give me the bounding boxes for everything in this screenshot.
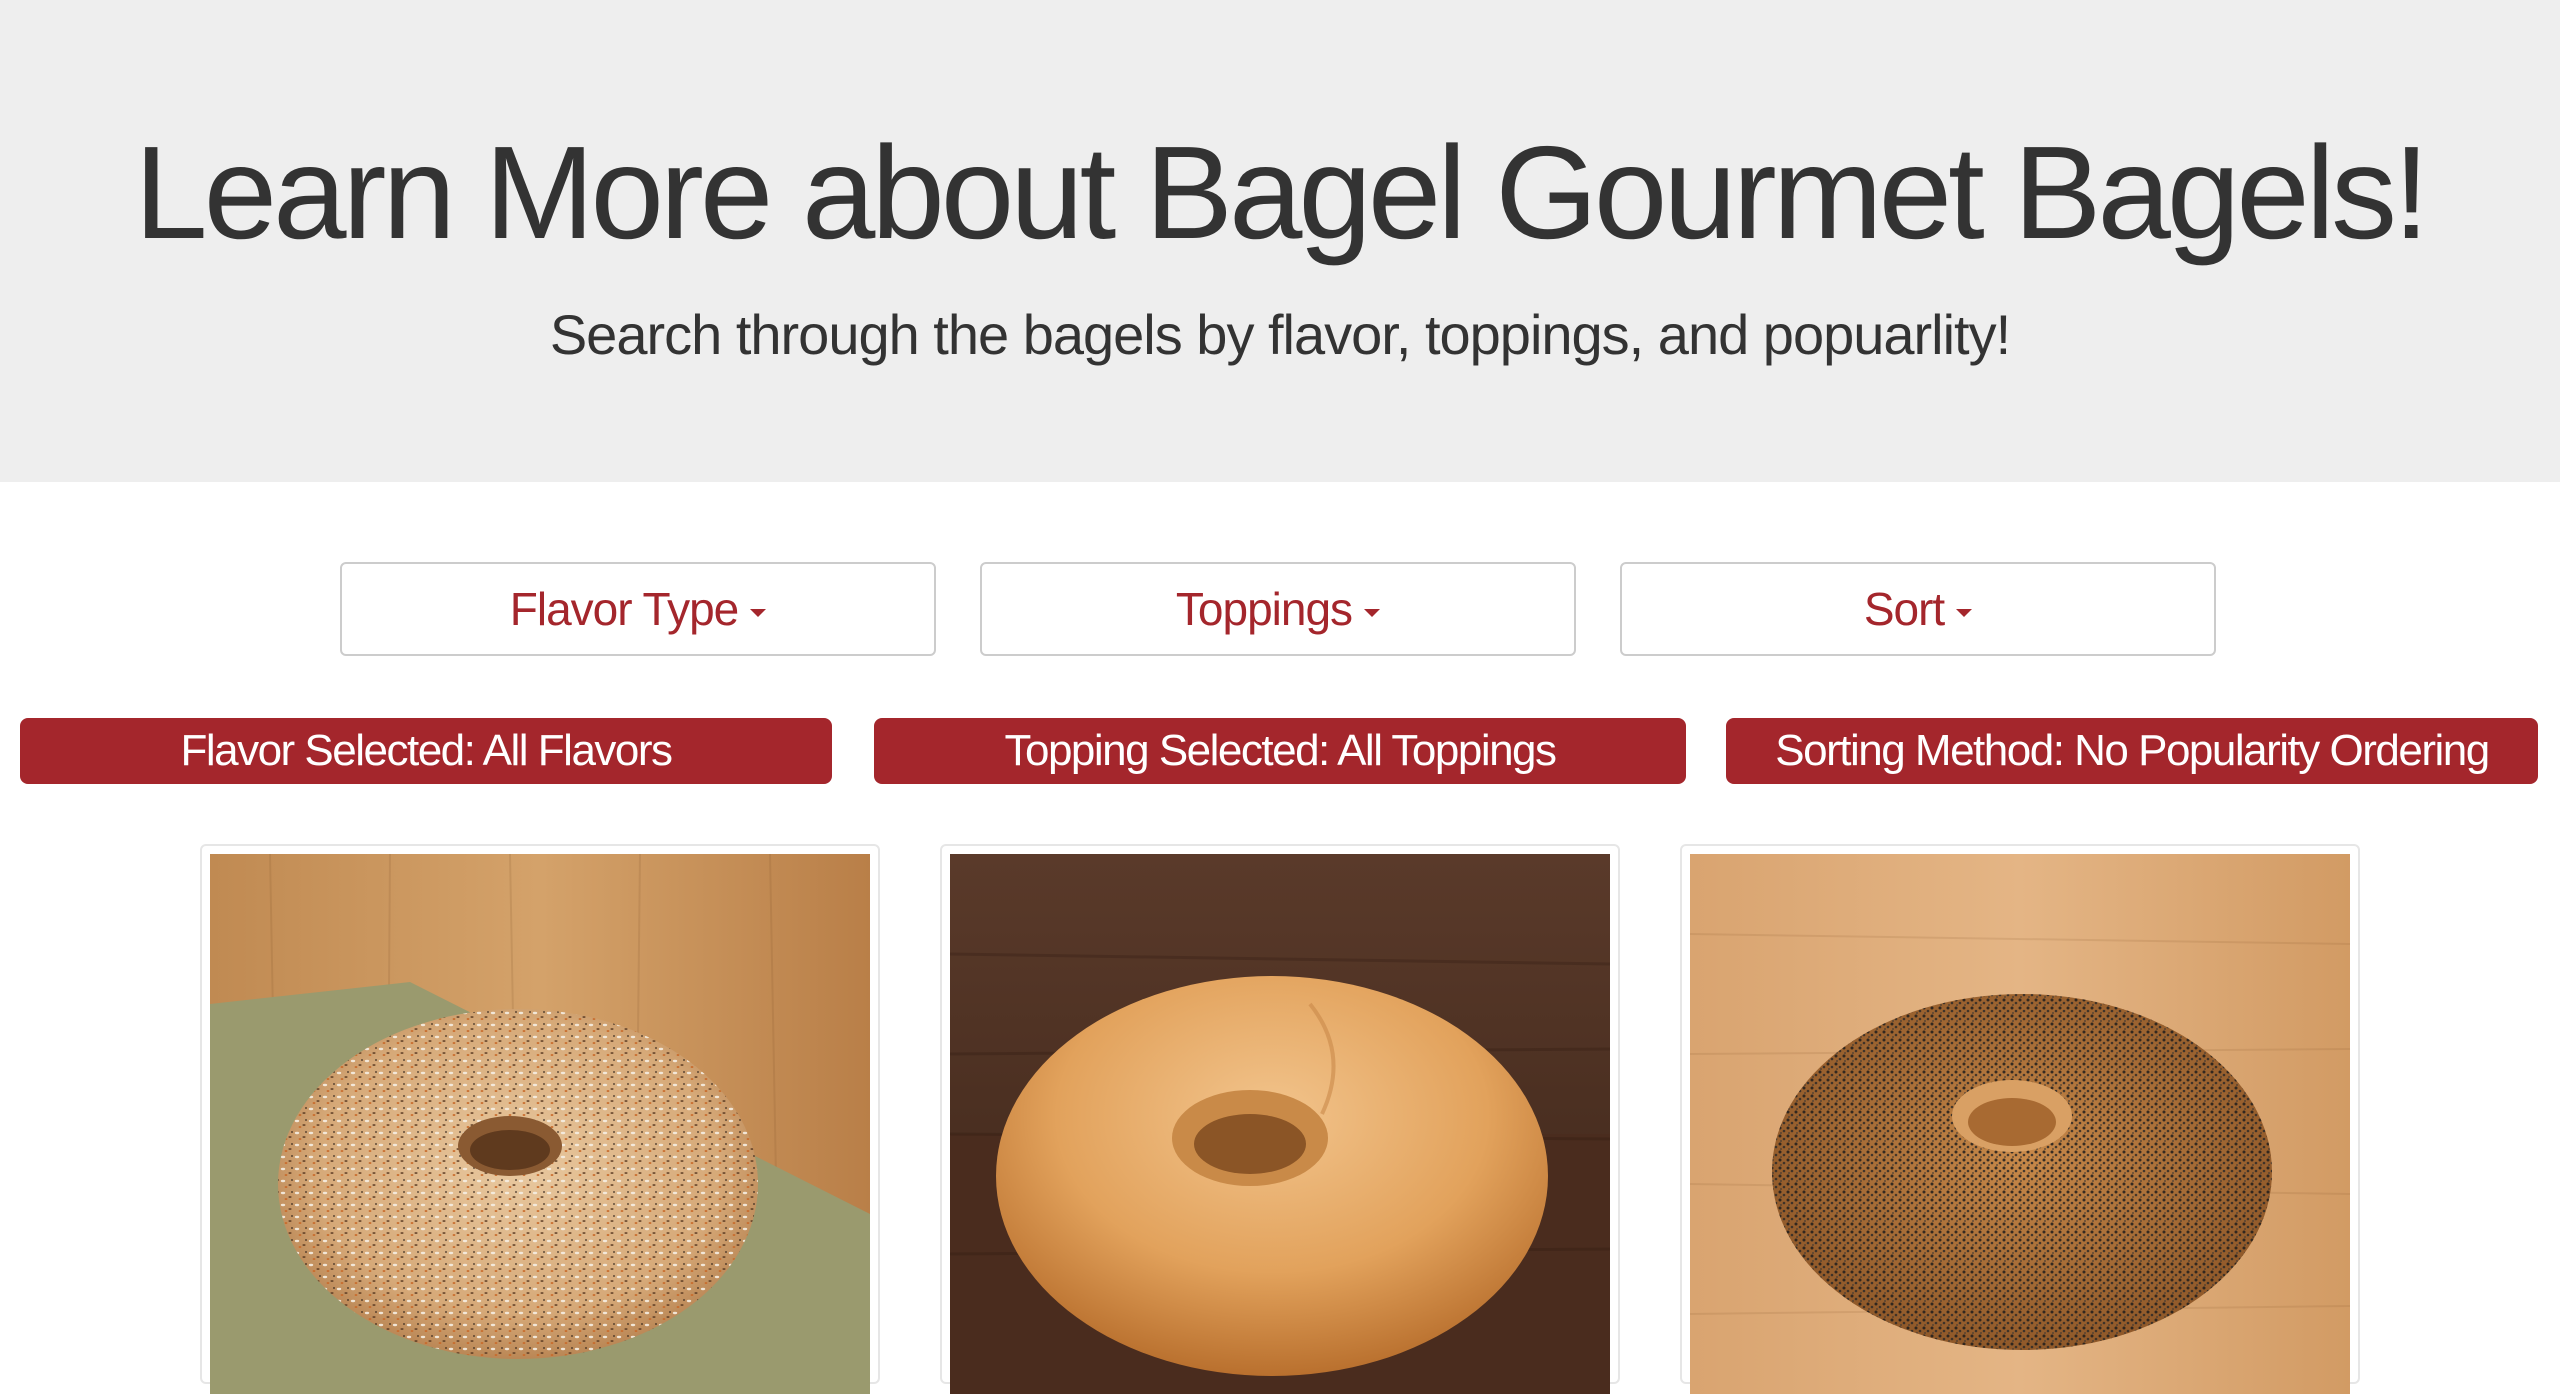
chevron-down-icon xyxy=(1956,609,1973,617)
toppings-dropdown[interactable]: Toppings xyxy=(980,562,1576,656)
poppy-seed-bagel-image[interactable] xyxy=(1690,854,2350,1394)
flavor-selected-badge: Flavor Selected: All Flavors xyxy=(20,718,832,784)
jumbotron: Learn More about Bagel Gourmet Bagels! S… xyxy=(0,0,2560,482)
bagel-card[interactable] xyxy=(1680,844,2360,1394)
sort-label: Sort xyxy=(1863,583,1945,635)
page-title: Learn More about Bagel Gourmet Bagels! xyxy=(134,119,2429,266)
everything-bagel-image-art xyxy=(210,854,870,1394)
bagel-card[interactable] xyxy=(200,844,880,1394)
flavor-type-dropdown[interactable]: Flavor Type xyxy=(340,562,936,656)
page-subtitle: Search through the bagels by flavor, top… xyxy=(549,303,2011,366)
plain-bagel-image-art xyxy=(950,854,1610,1394)
flavor-type-label: Flavor Type xyxy=(509,583,739,635)
toppings-label: Toppings xyxy=(1175,583,1353,635)
sorting-method-badge: Sorting Method: No Popularity Ordering xyxy=(1726,718,2538,784)
sort-dropdown[interactable]: Sort xyxy=(1620,562,2216,656)
everything-bagel-image[interactable] xyxy=(210,854,870,1394)
chevron-down-icon xyxy=(750,609,767,617)
plain-bagel-image[interactable] xyxy=(950,854,1610,1394)
chevron-down-icon xyxy=(1364,609,1381,617)
poppy-seed-bagel-image-art xyxy=(1690,854,2350,1394)
topping-selected-badge: Topping Selected: All Toppings xyxy=(874,718,1686,784)
bagel-card[interactable] xyxy=(940,844,1620,1394)
